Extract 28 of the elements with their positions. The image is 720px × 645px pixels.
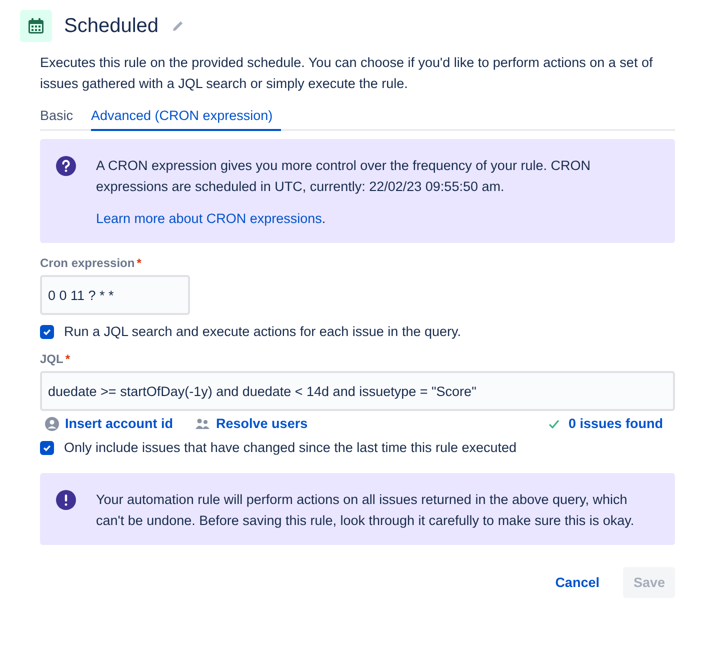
warning-text: Your automation rule will perform actions on all issues returned in the above query, which can't be undone. Before saving this rule, look through it carefully to make sure this is okay. [96,491,636,530]
checkbox-label: Only include issues that have changed since the last time this rule executed [64,440,517,455]
help-icon [56,156,76,176]
learn-more-link[interactable]: Learn more about CRON expressions [96,211,322,226]
tab[interactable]: Basic [40,102,82,131]
rule-title: Scheduled [64,14,159,38]
cron-field[interactable]: 0 0 11 ? * * [40,275,190,315]
tab[interactable]: Advanced (CRON expression) [91,102,281,131]
users-icon [195,418,210,430]
issues-found-count: 0 issues found [568,416,663,431]
required-mark: * [136,256,142,270]
jql-field[interactable]: duedate >= startOfDay(-1y) and duedate < 14d and issuetype = "Score" [40,371,675,411]
required-mark: * [65,352,70,366]
checkbox[interactable] [40,440,54,454]
field-label: JQL [40,352,64,366]
calendar-icon [20,10,52,42]
rule-description: Executes this rule on the provided schedule. You can choose if you'd like to perform actions on a set of issues gathered with a JQL search or simply execute the rule. [40,54,654,93]
warning-icon [56,490,76,510]
jql-action-link[interactable]: Insert account id [45,416,174,431]
checkbox[interactable] [40,324,54,338]
info-text: A CRON expression gives you more control over the frequency of your rule. CRON expressions are scheduled in UTC, currently: 22/02/23 09:55:50 am. [96,157,592,196]
check-icon [548,418,560,430]
checkbox-label: Run a JQL search and execute actions for each issue in the query. [64,324,461,339]
learn-more-text: Learn more about CRON expressions. [96,210,327,228]
field-label: Cron expression [40,256,135,270]
jql-action-link[interactable]: Resolve users [195,416,308,431]
cancel-button[interactable]: Cancel [545,567,610,598]
user-icon [45,416,59,430]
